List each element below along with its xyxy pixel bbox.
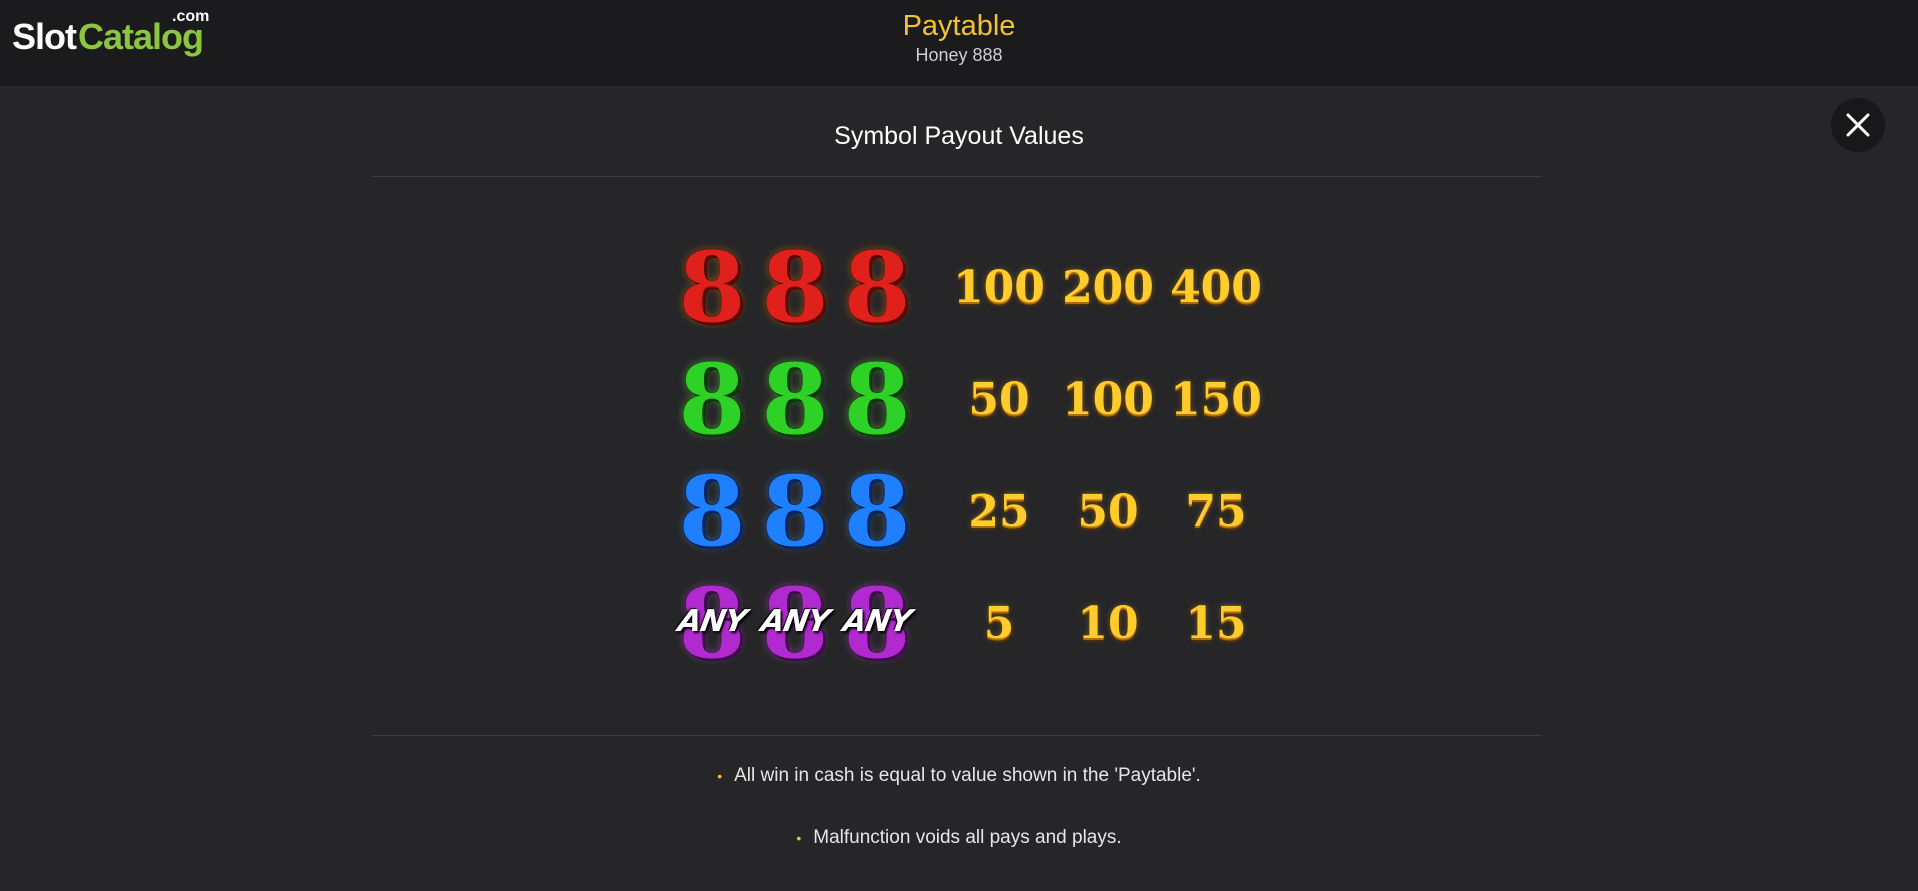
payout-value: 50 bbox=[968, 374, 1030, 425]
divider-top bbox=[372, 176, 1542, 177]
bullet-icon: • bbox=[796, 829, 802, 846]
payout-value: 100 bbox=[1062, 374, 1154, 425]
payout-value: 100 bbox=[953, 262, 1045, 313]
paytable-row: 8 8 8 ANY ANY ANY 5 10 15 bbox=[0, 574, 1918, 674]
payout-value: 75 bbox=[1185, 486, 1247, 537]
paytable-row: 8 8 8 25 50 75 bbox=[0, 462, 1918, 562]
blue-eight-symbol: 8 bbox=[843, 455, 911, 568]
blue-eight-symbol: 8 bbox=[761, 455, 829, 568]
divider-bottom bbox=[372, 735, 1542, 736]
payout-value: 15 bbox=[1185, 598, 1247, 649]
note-text: All win in cash is equal to value shown … bbox=[734, 765, 1201, 786]
payout-value: 25 bbox=[968, 486, 1030, 537]
paytable-row: 8 8 8 100 200 400 bbox=[0, 238, 1918, 338]
page-title: Paytable bbox=[902, 10, 1016, 42]
payout-value: 200 bbox=[1062, 262, 1154, 313]
section-title: Symbol Payout Values bbox=[834, 122, 1084, 150]
note-text: Malfunction voids all pays and plays. bbox=[813, 827, 1122, 848]
red-eight-symbol: 8 bbox=[761, 231, 829, 344]
top-bar: Slot Catalog .com Paytable Honey 888 bbox=[0, 0, 1918, 86]
red-eight-symbol: 8 bbox=[678, 231, 746, 344]
payout-value: 50 bbox=[1077, 486, 1139, 537]
red-eight-symbol: 8 bbox=[843, 231, 911, 344]
green-eight-symbol: 8 bbox=[761, 343, 829, 456]
any-label: ANY bbox=[840, 604, 914, 639]
green-eight-symbol: 8 bbox=[678, 343, 746, 456]
game-name: Honey 888 bbox=[915, 45, 1003, 65]
payout-value: 400 bbox=[1170, 262, 1262, 313]
blue-eight-symbol: 8 bbox=[678, 455, 746, 568]
note-item: • All win in cash is equal to value shown… bbox=[0, 765, 1918, 787]
payout-value: 10 bbox=[1077, 598, 1139, 649]
green-eight-symbol: 8 bbox=[843, 343, 911, 456]
bullet-icon: • bbox=[717, 767, 723, 784]
payout-value: 5 bbox=[983, 598, 1015, 649]
note-item: • Malfunction voids all pays and plays. bbox=[0, 827, 1918, 849]
payout-value: 150 bbox=[1170, 374, 1262, 425]
paytable-row: 8 8 8 50 100 150 bbox=[0, 350, 1918, 450]
